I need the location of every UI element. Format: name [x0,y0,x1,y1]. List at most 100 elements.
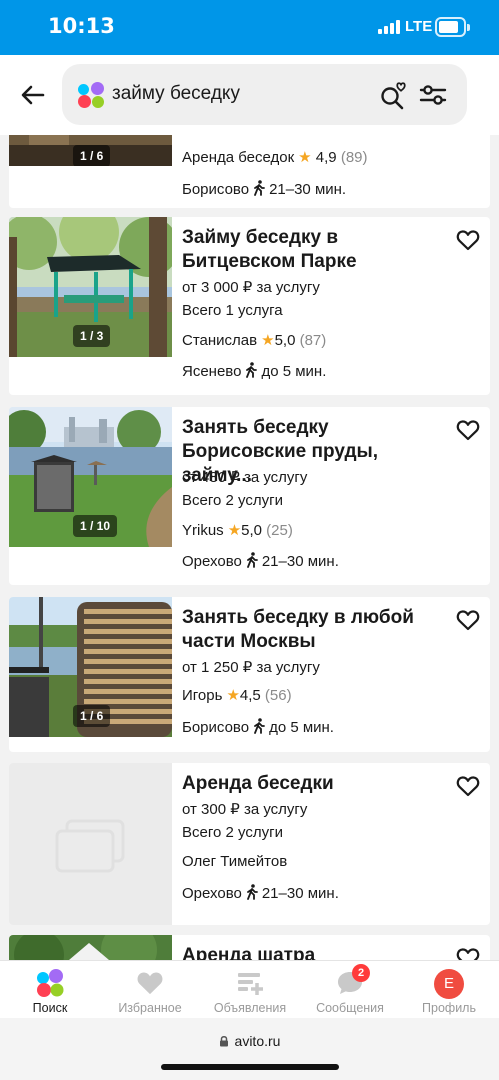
listing-price: от 3 000 ₽ за услугу [182,279,320,296]
sliders-icon [419,85,447,105]
reviews-count[interactable]: (87) [300,332,327,349]
location: Ясенево [182,363,242,380]
tab-ads[interactable]: Объявления [200,961,300,1019]
listing-photo[interactable]: 1 / 3 [9,217,172,357]
avatar: E [434,969,464,999]
listing-price: от 300 ₽ за услугу [182,801,308,818]
search-input[interactable]: займу беседку [62,64,467,125]
url-row[interactable]: avito.ru [0,1033,499,1049]
back-button[interactable] [18,80,48,110]
tab-search[interactable]: Поиск [0,961,100,1019]
star-icon: ★ [298,149,312,166]
location-row: Орехово 21–30 мин. [182,884,339,902]
photo-counter: 1 / 6 [73,705,111,727]
url-text: avito.ru [234,1033,281,1049]
listing-photo[interactable]: 1 / 6 [9,135,172,166]
seller-row: Игорь ★4,5 (56) [182,686,292,704]
clock: 10:13 [48,14,115,38]
location: Борисово [182,181,250,198]
unread-badge: 2 [352,964,370,982]
post-ad-icon [236,969,264,997]
signal-icon [378,20,400,34]
image-placeholder-icon [55,819,125,873]
seller-name[interactable]: Yrikus [182,522,224,539]
search-header: займу беседку [0,55,499,135]
services-count: Всего 2 услуги [182,824,283,841]
seller-row: Yrikus ★5,0 (25) [182,521,293,539]
photo-counter: 1 / 3 [73,325,111,347]
reviews-count[interactable]: (56) [265,687,292,704]
services-count: Всего 1 услуга [182,302,283,319]
search-query[interactable]: займу беседку [112,83,240,105]
services-count: Всего 2 услуги [182,492,283,509]
reviews-count[interactable]: (89) [341,149,368,166]
lock-icon [219,1035,228,1047]
location-row: Борисово до 5 мин. [182,718,334,736]
heart-icon[interactable] [456,947,480,960]
walking-icon [246,884,258,900]
search-heart-icon [381,82,406,110]
seller-row: Станислав ★5,0 (87) [182,331,326,349]
listing-photo[interactable]: 1 / 10 [9,407,172,547]
heart-icon[interactable] [456,419,480,441]
filter-button[interactable] [418,81,448,109]
rating-value: 4,5 [239,687,261,704]
listing-title[interactable]: Аренда беседки [182,772,452,796]
rating-value: 5,0 [274,332,296,349]
listing-card[interactable]: 1 / 3 Займу беседку в Битцевском Парке о… [9,217,490,395]
reviews-count[interactable]: (25) [266,522,293,539]
network-label: LTE [405,18,433,35]
seller-name[interactable]: Олег Тимейтов [182,853,287,870]
listing-card[interactable]: 1 / 6 Занять беседку в любой части Москв… [9,597,490,752]
listing-price: от 1 250 ₽ за услугу [182,659,320,676]
walking-icon [254,718,265,734]
tab-messages[interactable]: 2 Сообщения [300,961,400,1019]
heart-icon[interactable] [456,775,480,797]
battery-icon [435,17,470,37]
travel-time: 21–30 мин. [261,885,339,902]
listing-title[interactable]: Аренда шатра [182,944,452,960]
listing-title[interactable]: Занять беседку в любой части Москвы [182,606,452,654]
walking-icon [246,552,258,568]
rating-value: 4,9 [315,149,337,166]
location: Борисово [182,719,250,736]
listing-card[interactable]: Аренда беседки от 300 ₽ за услугу Всего … [9,763,490,925]
heart-icon[interactable] [456,609,480,631]
avito-logo-icon [78,82,104,108]
listing-card[interactable]: 1 / 6 Аренда беседок ★ 4,9 (89) Борисово 2… [9,135,490,208]
tab-profile[interactable]: E Профиль [399,961,499,1019]
travel-time: 21–30 мин. [269,181,347,198]
listing-title[interactable]: Займу беседку в Битцевском Парке [182,226,452,274]
star-icon: ★ [261,332,275,349]
status-bar: 10:13 LTE [0,0,499,55]
heart-icon[interactable] [456,229,480,251]
tab-favorites[interactable]: Избранное [100,961,200,1019]
browser-address-bar[interactable]: avito.ru [0,1018,499,1080]
star-icon: ★ [226,687,240,704]
location-row: Орехово 21–30 мин. [182,552,339,570]
location: Орехово [182,885,242,902]
arrow-left-icon [21,85,45,105]
location-row: Борисово 21–30 мин. [182,180,346,198]
tab-label: Объявления [213,1001,287,1015]
tab-label: Поиск [32,1001,68,1015]
seller-name[interactable]: Станислав [182,332,257,349]
bottom-tab-bar: Поиск Избранное Объявления 2 Сообщения E… [0,960,499,1018]
listing-card[interactable]: 1 / 10 Занять беседку Борисовские пруды,… [9,407,490,585]
rating-value: 5,0 [241,522,262,539]
listing-photo[interactable] [9,935,172,960]
listing-photo[interactable]: 1 / 6 [9,597,172,737]
photo-counter: 1 / 10 [73,515,118,537]
tab-label: Профиль [422,1001,476,1015]
listing-photo-placeholder[interactable] [9,763,172,925]
seller-name[interactable]: Игорь [182,687,222,704]
results-list[interactable]: 1 / 6 Аренда беседок ★ 4,9 (89) Борисово 2… [0,135,499,960]
home-indicator[interactable] [161,1064,339,1070]
save-search-button[interactable] [378,80,408,110]
heart-icon [136,969,164,997]
travel-time: до 5 мин. [261,363,327,380]
listing-card[interactable]: Аренда шатра [9,935,490,960]
location-row: Ясенево до 5 мин. [182,362,326,380]
star-icon: ★ [227,522,242,539]
travel-time: до 5 мин. [269,719,334,736]
